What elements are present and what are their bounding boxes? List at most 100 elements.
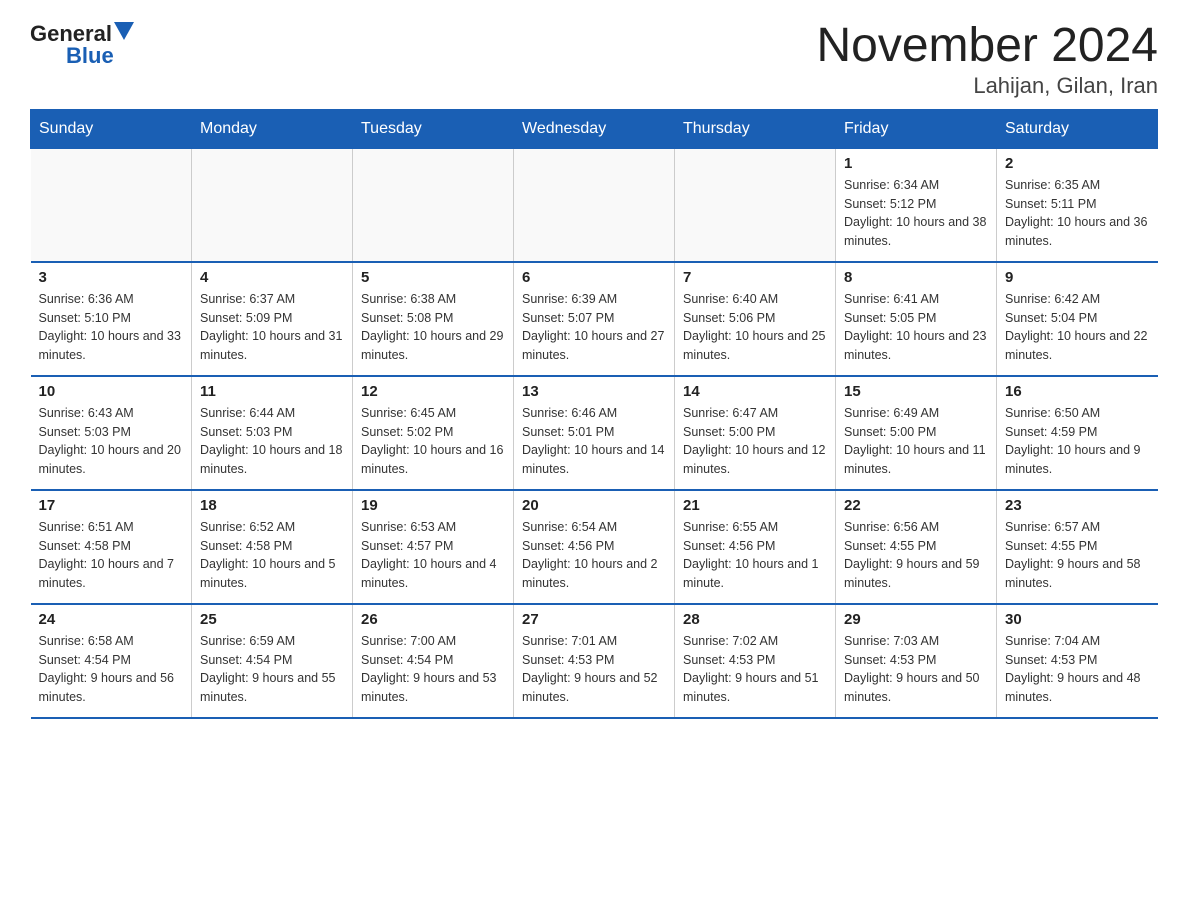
day-info: Sunrise: 6:57 AMSunset: 4:55 PMDaylight:… [1005, 518, 1150, 593]
calendar-cell: 2 Sunrise: 6:35 AMSunset: 5:11 PMDaylight… [997, 148, 1158, 262]
day-number: 17 [39, 497, 184, 514]
day-info: Sunrise: 6:52 AMSunset: 4:58 PMDaylight:… [200, 518, 344, 593]
calendar-cell [353, 148, 514, 262]
day-number: 7 [683, 269, 827, 286]
day-number: 10 [39, 383, 184, 400]
calendar-cell: 13 Sunrise: 6:46 AMSunset: 5:01 PMDayligh… [514, 376, 675, 490]
calendar-subtitle: Lahijan, Gilan, Iran [816, 73, 1158, 99]
day-info: Sunrise: 6:34 AMSunset: 5:12 PMDaylight:… [844, 176, 988, 251]
day-info: Sunrise: 6:46 AMSunset: 5:01 PMDaylight:… [522, 404, 666, 479]
day-number: 18 [200, 497, 344, 514]
day-number: 23 [1005, 497, 1150, 514]
calendar-cell: 19Sunrise: 6:53 AMSunset: 4:57 PMDayligh… [353, 490, 514, 604]
day-number: 22 [844, 497, 988, 514]
calendar-cell [675, 148, 836, 262]
calendar-cell: 9 Sunrise: 6:42 AMSunset: 5:04 PMDaylight… [997, 262, 1158, 376]
weekday-header-friday: Friday [836, 109, 997, 148]
day-number: 24 [39, 611, 184, 628]
calendar-cell [514, 148, 675, 262]
calendar-cell: 3 Sunrise: 6:36 AMSunset: 5:10 PMDaylight… [31, 262, 192, 376]
calendar-cell: 8Sunrise: 6:41 AMSunset: 5:05 PMDaylight… [836, 262, 997, 376]
day-info: Sunrise: 6:37 AMSunset: 5:09 PMDaylight:… [200, 290, 344, 365]
logo-blue: Blue [66, 43, 114, 69]
day-info: Sunrise: 6:44 AMSunset: 5:03 PMDaylight:… [200, 404, 344, 479]
day-number: 15 [844, 383, 988, 400]
day-info: Sunrise: 6:43 AMSunset: 5:03 PMDaylight:… [39, 404, 184, 479]
day-number: 25 [200, 611, 344, 628]
day-info: Sunrise: 7:03 AMSunset: 4:53 PMDaylight:… [844, 632, 988, 707]
calendar-cell: 30 Sunrise: 7:04 AMSunset: 4:53 PMDayligh… [997, 604, 1158, 718]
weekday-header-thursday: Thursday [675, 109, 836, 148]
day-number: 4 [200, 269, 344, 286]
day-info: Sunrise: 6:45 AMSunset: 5:02 PMDaylight:… [361, 404, 505, 479]
calendar-table: SundayMondayTuesdayWednesdayThursdayFrid… [30, 109, 1158, 719]
day-number: 3 [39, 269, 184, 286]
calendar-cell: 12 Sunrise: 6:45 AMSunset: 5:02 PMDayligh… [353, 376, 514, 490]
day-info: Sunrise: 7:00 AMSunset: 4:54 PMDaylight:… [361, 632, 505, 707]
calendar-week-row: 10 Sunrise: 6:43 AMSunset: 5:03 PMDayligh… [31, 376, 1158, 490]
weekday-header-row: SundayMondayTuesdayWednesdayThursdayFrid… [31, 109, 1158, 148]
weekday-header-saturday: Saturday [997, 109, 1158, 148]
calendar-cell: 4 Sunrise: 6:37 AMSunset: 5:09 PMDaylight… [192, 262, 353, 376]
calendar-cell: 24Sunrise: 6:58 AMSunset: 4:54 PMDayligh… [31, 604, 192, 718]
day-number: 27 [522, 611, 666, 628]
calendar-cell: 17 Sunrise: 6:51 AMSunset: 4:58 PMDayligh… [31, 490, 192, 604]
day-number: 28 [683, 611, 827, 628]
calendar-cell: 20Sunrise: 6:54 AMSunset: 4:56 PMDayligh… [514, 490, 675, 604]
calendar-cell: 25Sunrise: 6:59 AMSunset: 4:54 PMDayligh… [192, 604, 353, 718]
day-info: Sunrise: 7:02 AMSunset: 4:53 PMDaylight:… [683, 632, 827, 707]
day-number: 19 [361, 497, 505, 514]
day-info: Sunrise: 6:47 AMSunset: 5:00 PMDaylight:… [683, 404, 827, 479]
weekday-header-wednesday: Wednesday [514, 109, 675, 148]
calendar-cell: 14 Sunrise: 6:47 AMSunset: 5:00 PMDayligh… [675, 376, 836, 490]
day-info: Sunrise: 6:35 AMSunset: 5:11 PMDaylight:… [1005, 176, 1150, 251]
day-info: Sunrise: 6:54 AMSunset: 4:56 PMDaylight:… [522, 518, 666, 593]
day-info: Sunrise: 6:51 AMSunset: 4:58 PMDaylight:… [39, 518, 184, 593]
calendar-cell: 1 Sunrise: 6:34 AMSunset: 5:12 PMDaylight… [836, 148, 997, 262]
calendar-cell: 10 Sunrise: 6:43 AMSunset: 5:03 PMDayligh… [31, 376, 192, 490]
day-number: 30 [1005, 611, 1150, 628]
day-number: 9 [1005, 269, 1150, 286]
calendar-week-row: 24Sunrise: 6:58 AMSunset: 4:54 PMDayligh… [31, 604, 1158, 718]
day-info: Sunrise: 6:42 AMSunset: 5:04 PMDaylight:… [1005, 290, 1150, 365]
day-number: 12 [361, 383, 505, 400]
logo: General Blue [30, 20, 134, 69]
day-info: Sunrise: 7:01 AMSunset: 4:53 PMDaylight:… [522, 632, 666, 707]
weekday-header-tuesday: Tuesday [353, 109, 514, 148]
calendar-cell: 26 Sunrise: 7:00 AMSunset: 4:54 PMDayligh… [353, 604, 514, 718]
calendar-cell: 29 Sunrise: 7:03 AMSunset: 4:53 PMDayligh… [836, 604, 997, 718]
day-number: 16 [1005, 383, 1150, 400]
calendar-cell [192, 148, 353, 262]
day-number: 29 [844, 611, 988, 628]
day-number: 5 [361, 269, 505, 286]
calendar-cell: 21Sunrise: 6:55 AMSunset: 4:56 PMDayligh… [675, 490, 836, 604]
day-info: Sunrise: 6:36 AMSunset: 5:10 PMDaylight:… [39, 290, 184, 365]
calendar-cell: 27 Sunrise: 7:01 AMSunset: 4:53 PMDayligh… [514, 604, 675, 718]
day-number: 13 [522, 383, 666, 400]
day-info: Sunrise: 6:56 AMSunset: 4:55 PMDaylight:… [844, 518, 988, 593]
day-info: Sunrise: 6:39 AMSunset: 5:07 PMDaylight:… [522, 290, 666, 365]
day-number: 1 [844, 155, 988, 172]
calendar-cell: 28 Sunrise: 7:02 AMSunset: 4:53 PMDayligh… [675, 604, 836, 718]
day-number: 6 [522, 269, 666, 286]
day-info: Sunrise: 6:50 AMSunset: 4:59 PMDaylight:… [1005, 404, 1150, 479]
calendar-cell: 22 Sunrise: 6:56 AMSunset: 4:55 PMDayligh… [836, 490, 997, 604]
calendar-week-row: 17 Sunrise: 6:51 AMSunset: 4:58 PMDayligh… [31, 490, 1158, 604]
day-info: Sunrise: 6:38 AMSunset: 5:08 PMDaylight:… [361, 290, 505, 365]
calendar-cell: 18 Sunrise: 6:52 AMSunset: 4:58 PMDayligh… [192, 490, 353, 604]
calendar-cell: 23 Sunrise: 6:57 AMSunset: 4:55 PMDayligh… [997, 490, 1158, 604]
calendar-cell: 5 Sunrise: 6:38 AMSunset: 5:08 PMDaylight… [353, 262, 514, 376]
weekday-header-monday: Monday [192, 109, 353, 148]
day-number: 14 [683, 383, 827, 400]
day-number: 2 [1005, 155, 1150, 172]
calendar-cell [31, 148, 192, 262]
calendar-cell: 11Sunrise: 6:44 AMSunset: 5:03 PMDayligh… [192, 376, 353, 490]
day-info: Sunrise: 6:41 AMSunset: 5:05 PMDaylight:… [844, 290, 988, 365]
calendar-title: November 2024 [816, 20, 1158, 73]
calendar-week-row: 1 Sunrise: 6:34 AMSunset: 5:12 PMDaylight… [31, 148, 1158, 262]
day-info: Sunrise: 7:04 AMSunset: 4:53 PMDaylight:… [1005, 632, 1150, 707]
day-number: 26 [361, 611, 505, 628]
calendar-cell: 16 Sunrise: 6:50 AMSunset: 4:59 PMDayligh… [997, 376, 1158, 490]
day-info: Sunrise: 6:49 AMSunset: 5:00 PMDaylight:… [844, 404, 988, 479]
logo-triangle-icon [114, 22, 134, 42]
